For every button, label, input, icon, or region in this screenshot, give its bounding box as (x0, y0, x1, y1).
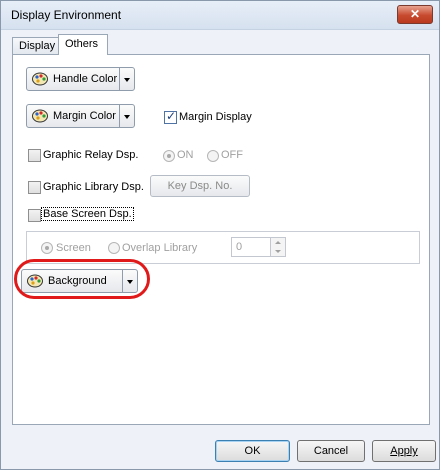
handle-color-button[interactable]: Handle Color (26, 67, 135, 91)
cancel-button[interactable]: Cancel (297, 440, 365, 462)
relay-on-radio (163, 150, 175, 162)
handle-color-main[interactable]: Handle Color (27, 68, 120, 90)
relay-off-label: OFF (221, 149, 243, 161)
window-title: Display Environment (11, 8, 122, 22)
margin-color-label: Margin Color (53, 110, 116, 122)
relay-off-radio (207, 150, 219, 162)
base-screen-checkbox[interactable] (28, 209, 41, 222)
spinner-down-icon (270, 247, 285, 256)
screen-radio (41, 242, 53, 254)
screen-label: Screen (56, 242, 91, 254)
overlap-library-label: Overlap Library (122, 242, 198, 254)
base-screen-label: Base Screen Dsp. (41, 207, 134, 221)
margin-display-checkbox[interactable] (164, 109, 177, 124)
key-dsp-no-button: Key Dsp. No. (150, 175, 250, 197)
graphic-library-label: Graphic Library Dsp. (43, 181, 144, 193)
tab-display[interactable]: Display (12, 37, 59, 54)
overlap-library-radio (108, 242, 120, 254)
tab-others[interactable]: Others (58, 34, 108, 55)
margin-color-main[interactable]: Margin Color (27, 105, 120, 127)
graphic-relay-checkbox[interactable] (28, 149, 41, 162)
handle-color-dropdown-arrow[interactable] (120, 68, 134, 90)
margin-color-dropdown-arrow[interactable] (120, 105, 134, 127)
display-environment-dialog: Display Environment ✕ Display Others Han… (0, 0, 440, 470)
handle-color-label: Handle Color (53, 73, 118, 85)
margin-display-label: Margin Display (179, 111, 252, 123)
palette-icon (32, 72, 48, 86)
screen-number-value: 0 (236, 241, 243, 253)
palette-icon (32, 109, 48, 123)
apply-button[interactable]: Apply (372, 440, 436, 462)
screen-number-spinner: 0 (231, 237, 286, 257)
red-highlight-circle (14, 259, 150, 299)
graphic-library-checkbox[interactable] (28, 181, 41, 194)
graphic-relay-label: Graphic Relay Dsp. (43, 149, 139, 161)
relay-on-label: ON (177, 149, 194, 161)
close-button[interactable]: ✕ (397, 5, 433, 24)
title-bar: Display Environment ✕ (1, 1, 439, 30)
margin-color-button[interactable]: Margin Color (26, 104, 135, 128)
ok-button[interactable]: OK (215, 440, 290, 462)
